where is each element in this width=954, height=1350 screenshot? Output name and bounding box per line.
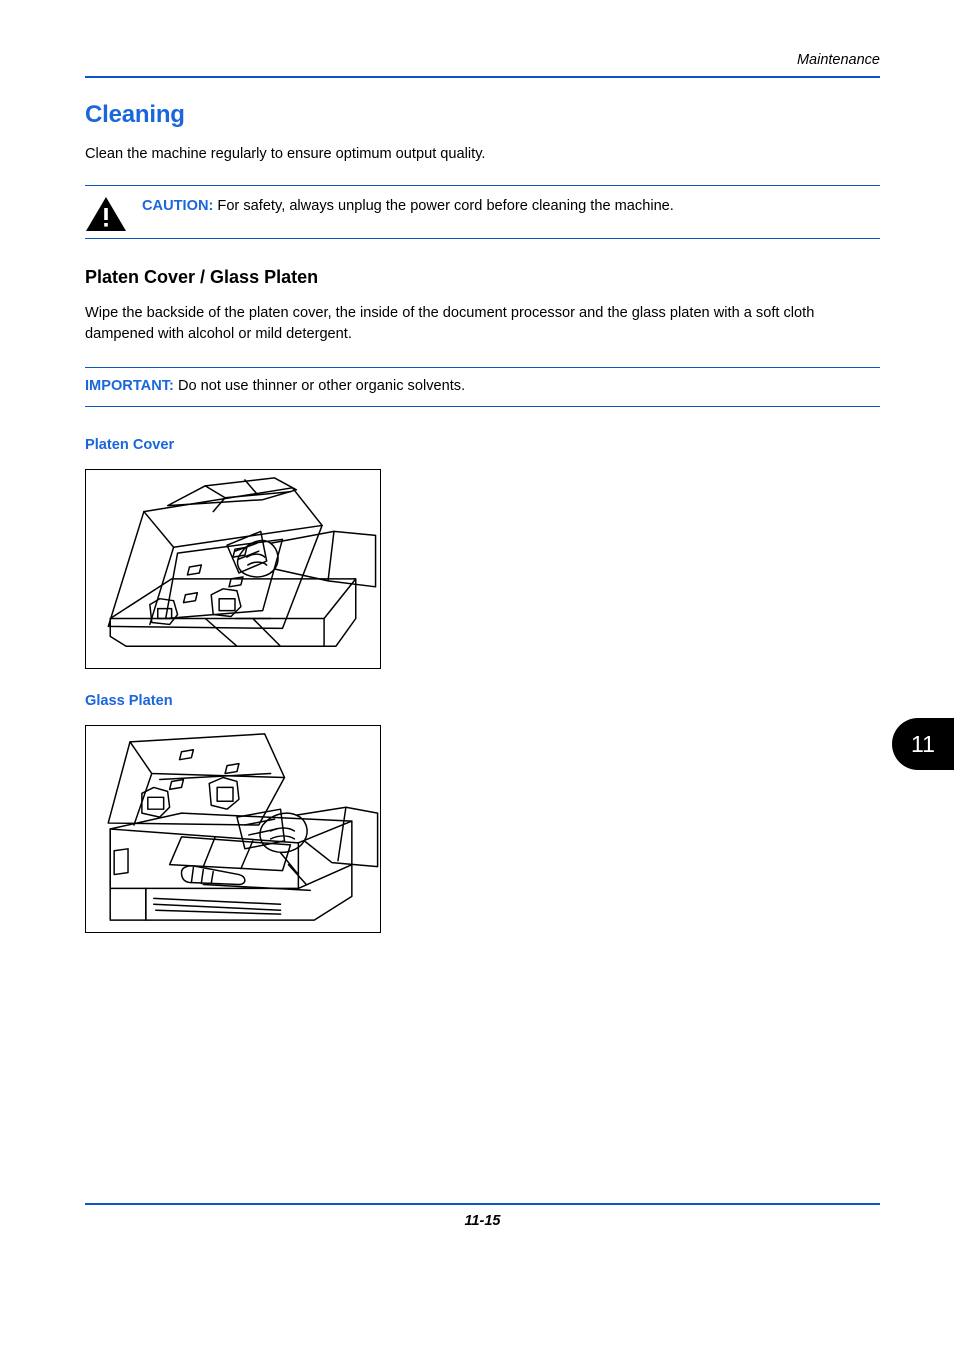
figure-heading-platen-cover: Platen Cover — [85, 437, 175, 453]
caution-label: CAUTION: — [142, 198, 214, 214]
running-header: Maintenance — [796, 52, 880, 68]
important-label: IMPORTANT: — [85, 378, 174, 394]
footer-rule — [85, 1203, 880, 1205]
important-body: Do not use thinner or other organic solv… — [177, 378, 466, 394]
caution-body: For safety, always unplug the power cord… — [217, 198, 674, 214]
subsection-title: Platen Cover / Glass Platen — [85, 267, 319, 287]
important-text-line: IMPORTANT: Do not use thinner or other o… — [85, 376, 880, 397]
subsection-paragraph: Wipe the backside of the platen cover, t… — [85, 305, 815, 342]
warning-triangle-icon — [85, 195, 127, 233]
caution-block: CAUTION: For safety, always unplug the p… — [85, 185, 880, 239]
caution-text-line: CAUTION: For safety, always unplug the p… — [142, 196, 880, 217]
figure-heading-glass-platen: Glass Platen — [85, 693, 173, 709]
header-rule — [85, 76, 880, 78]
content-column: Cleaning Clean the machine regularly to … — [85, 100, 880, 933]
document-page: Maintenance Cleaning Clean the machine r… — [0, 0, 954, 1350]
figure-glass-platen — [85, 725, 381, 933]
important-block: IMPORTANT: Do not use thinner or other o… — [85, 367, 880, 407]
page-number: 11-15 — [464, 1213, 501, 1229]
figure-platen-cover — [85, 469, 381, 669]
intro-paragraph: Clean the machine regularly to ensure op… — [85, 146, 486, 162]
page-title: Cleaning — [85, 101, 185, 128]
chapter-tab: 11 — [892, 718, 954, 770]
